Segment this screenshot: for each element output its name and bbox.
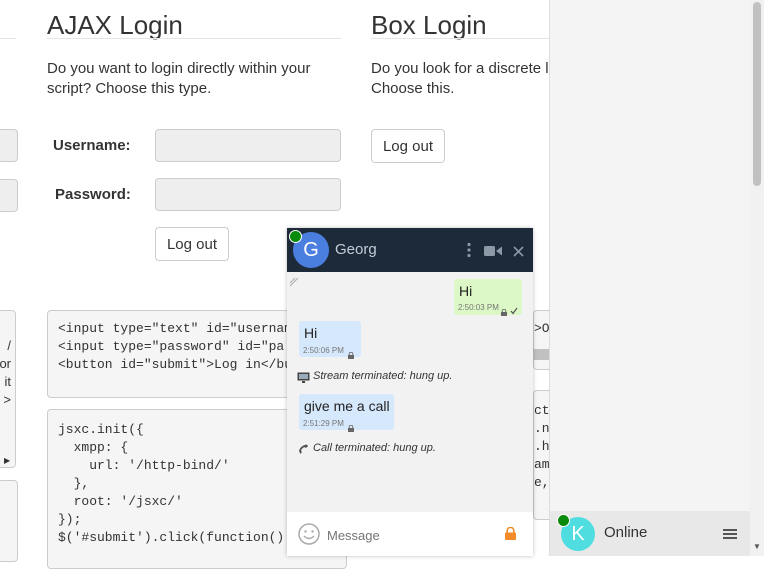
username-input[interactable]	[155, 129, 341, 162]
contact-presence-icon	[289, 230, 302, 243]
code-line: /	[7, 338, 11, 353]
box-description: Do you look for a discrete log Choose th…	[371, 59, 549, 99]
message-incoming[interactable]: Hi 2:50:06 PM	[299, 321, 361, 359]
left-code-block: / or it >	[0, 310, 16, 468]
ajax-description: Do you want to login directly within you…	[47, 59, 347, 99]
contact-name[interactable]: Georg	[335, 241, 377, 258]
code-line: >	[3, 392, 11, 407]
call-terminated-notice: Call terminated: hung up.	[313, 442, 436, 454]
left-code-block-2	[0, 480, 18, 562]
left-password-field[interactable]	[0, 179, 18, 212]
left-scroll-arrow-icon[interactable]: ▶	[4, 456, 10, 465]
video-call-icon[interactable]	[484, 244, 502, 256]
lock-icon	[348, 419, 354, 432]
resize-handle-icon[interactable]	[289, 274, 299, 287]
presence-status[interactable]: Online	[604, 524, 647, 541]
code-line: it	[4, 374, 12, 389]
box-logout-button[interactable]: Log out	[371, 129, 445, 163]
chat-window: G Georg Hi 2:50:03 PM Hi 2:50:06 PM Stre…	[287, 228, 533, 556]
message-composer	[287, 512, 533, 556]
message-incoming[interactable]: give me a call 2:51:29 PM	[299, 394, 394, 432]
password-label: Password:	[55, 186, 131, 203]
screen-share-icon	[297, 370, 310, 383]
own-presence-icon	[557, 514, 570, 527]
roster-status-bar[interactable]: K Online	[550, 511, 751, 556]
desc-line-1: Do you want to login directly within you…	[47, 60, 311, 77]
username-label: Username:	[53, 137, 131, 154]
emoji-icon[interactable]	[298, 523, 320, 545]
message-time: 2:51:29 PM	[303, 419, 344, 428]
desc-line-1: Do you look for a discrete log	[371, 60, 549, 77]
message-time: 2:50:06 PM	[303, 346, 344, 355]
desc-line-2: Choose this.	[371, 80, 455, 97]
close-icon[interactable]	[513, 244, 524, 257]
scrollbar-thumb[interactable]	[753, 2, 761, 186]
lock-icon	[348, 346, 354, 359]
message-text: Hi	[304, 325, 318, 341]
box-login-title: Box Login	[371, 10, 487, 40]
more-options-icon[interactable]	[466, 242, 472, 258]
desc-line-2: script? Choose this type.	[47, 80, 212, 97]
phone-hangup-icon	[297, 442, 309, 454]
roster-sidebar: K Online	[549, 0, 751, 556]
delivered-check-icon	[510, 302, 518, 315]
code-line: or	[0, 356, 11, 371]
left-divider	[0, 38, 16, 39]
message-text: Hi	[459, 283, 473, 299]
box-divider	[371, 38, 549, 39]
box-scrollbar-frag[interactable]	[533, 349, 549, 360]
message-text: give me a call	[304, 398, 390, 414]
lock-icon	[501, 303, 507, 316]
left-username-field[interactable]	[0, 129, 18, 162]
menu-icon[interactable]	[723, 527, 737, 539]
ajax-logout-button[interactable]: Log out	[155, 227, 229, 261]
encryption-lock-icon[interactable]	[505, 526, 516, 540]
ajax-divider	[47, 38, 341, 39]
page-scrollbar[interactable]: ▼	[750, 0, 764, 556]
stream-terminated-notice: Stream terminated: hung up.	[313, 370, 453, 382]
scroll-down-arrow-icon[interactable]: ▼	[753, 542, 761, 551]
password-input[interactable]	[155, 178, 341, 211]
chat-header[interactable]: G Georg	[287, 228, 533, 272]
message-time: 2:50:03 PM	[458, 303, 499, 312]
message-outgoing[interactable]: Hi 2:50:03 PM	[454, 279, 522, 316]
ajax-login-title: AJAX Login	[47, 10, 183, 40]
message-input[interactable]	[325, 524, 499, 546]
